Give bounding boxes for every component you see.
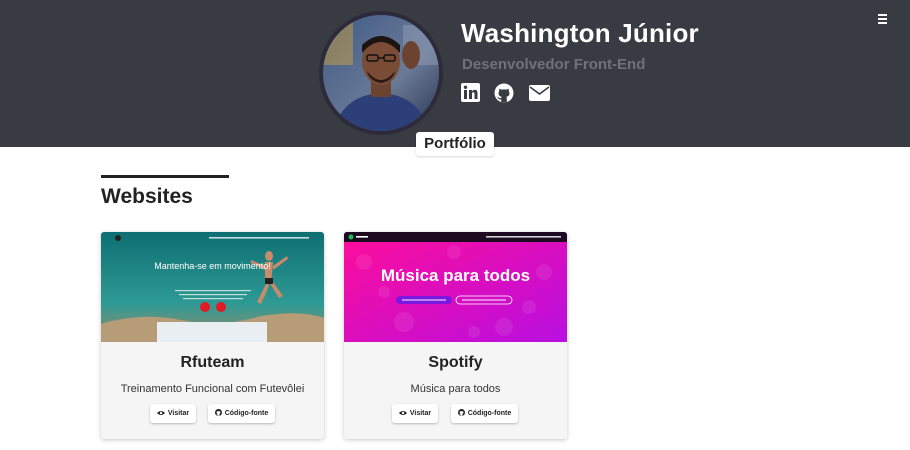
source-code-button[interactable]: Código-fonte: [208, 404, 275, 423]
project-card-spotify: Música para todos Spotify Música para to…: [344, 232, 567, 439]
envelope-icon[interactable]: [529, 85, 551, 107]
section-title: Websites: [101, 185, 193, 208]
project-description: Música para todos: [410, 383, 501, 395]
profile-role: Desenvolvedor Front-End: [462, 56, 646, 73]
project-thumbnail[interactable]: Música para todos: [344, 232, 567, 342]
project-description: Treinamento Funcional com Futevôlei: [120, 383, 305, 395]
hamburger-menu-icon[interactable]: [878, 14, 890, 26]
thumbnail-headline: Música para todos: [380, 266, 531, 285]
visit-label: Visitar: [409, 410, 432, 417]
profile-name: Washington Júnior: [461, 18, 699, 48]
project-title: Rfuteam: [180, 354, 245, 371]
section-divider: [101, 175, 229, 178]
source-code-button[interactable]: Código-fonte: [451, 404, 518, 423]
github-icon[interactable]: [494, 83, 516, 105]
linkedin-icon[interactable]: [461, 83, 483, 105]
github-icon: [214, 409, 222, 418]
project-thumbnail[interactable]: Mantenha-se em movimento!: [101, 232, 324, 342]
eye-icon: [398, 410, 407, 418]
eye-icon: [156, 410, 165, 418]
thumbnail-headline: Mantenha-se em movimento!: [154, 261, 271, 271]
tab-portfolio[interactable]: Portfólio: [416, 132, 494, 156]
source-code-label: Código-fonte: [224, 410, 269, 417]
profile-header: Washington Júnior Desenvolvedor Front-En…: [0, 0, 910, 147]
avatar: [319, 11, 443, 135]
visit-label: Visitar: [167, 410, 190, 417]
visit-button[interactable]: Visitar: [150, 404, 196, 423]
project-title: Spotify: [428, 354, 483, 371]
github-icon: [457, 409, 465, 418]
visit-button[interactable]: Visitar: [392, 404, 438, 423]
source-code-label: Código-fonte: [467, 410, 512, 417]
project-card-rfuteam: Mantenha-se em movimento! Rfuteam Treina…: [101, 232, 324, 439]
